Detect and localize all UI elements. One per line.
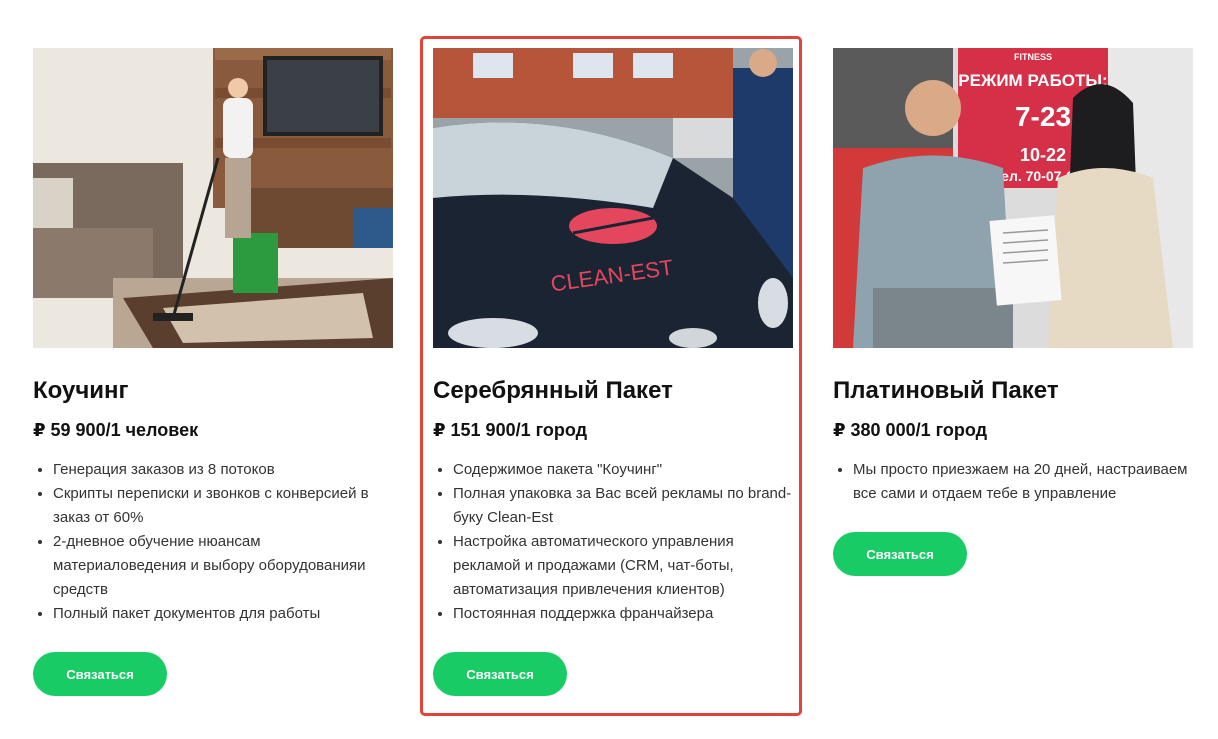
feature-item: Содержимое пакета "Коучинг" <box>453 458 793 482</box>
branded-car-photo: CLEAN-EST <box>433 48 793 348</box>
card-title: Коучинг <box>33 377 129 404</box>
card-price: ₽ 59 900/1 человек <box>33 420 199 440</box>
feature-item: Скрипты переписки и звонков с конверсией… <box>53 482 393 530</box>
feature-list: Мы просто приезжаем на 20 дней, настраив… <box>833 458 1193 506</box>
feature-item: Генерация заказов из 8 потоков <box>53 458 393 482</box>
feature-item: 2-дневное обучение нюансам материаловеде… <box>53 530 393 602</box>
cleaning-photo <box>33 48 393 348</box>
pricing-card-platinum: FITNESS РЕЖИМ РАБОТЫ: 7-23 10-22 тел. 70… <box>833 48 1193 576</box>
fitness-contract-photo: FITNESS РЕЖИМ РАБОТЫ: 7-23 10-22 тел. 70… <box>833 48 1193 348</box>
feature-list: Генерация заказов из 8 потоков Скрипты п… <box>33 458 393 626</box>
contact-button[interactable]: Связаться <box>433 652 567 696</box>
feature-item: Мы просто приезжаем на 20 дней, настраив… <box>853 458 1193 506</box>
card-title: Платиновый Пакет <box>833 377 1059 404</box>
card-title: Серебрянный Пакет <box>433 377 673 404</box>
pricing-card-coaching: Коучинг ₽ 59 900/1 человек Генерация зак… <box>33 48 393 696</box>
contact-button[interactable]: Связаться <box>33 652 167 696</box>
feature-list: Содержимое пакета "Коучинг" Полная упако… <box>433 458 793 626</box>
sign-heading: РЕЖИМ РАБОТЫ: <box>958 71 1107 90</box>
feature-item: Постоянная поддержка франчайзера <box>453 602 793 626</box>
feature-item: Настройка автоматического управления рек… <box>453 530 793 602</box>
card-price: ₽ 151 900/1 город <box>433 420 588 440</box>
feature-item: Полный пакет документов для работы <box>53 602 393 626</box>
sign-hours-weekday: 7-23 <box>1015 101 1071 132</box>
sign-brand: FITNESS <box>1014 52 1052 62</box>
card-price: ₽ 380 000/1 город <box>833 420 988 440</box>
feature-item: Полная упаковка за Вас всей рекламы по b… <box>453 482 793 530</box>
pricing-card-silver: CLEAN-EST Серебрянный Пакет ₽ 151 900/1 … <box>433 48 793 696</box>
sign-hours-weekend: 10-22 <box>1020 145 1066 165</box>
contact-button[interactable]: Связаться <box>833 532 967 576</box>
